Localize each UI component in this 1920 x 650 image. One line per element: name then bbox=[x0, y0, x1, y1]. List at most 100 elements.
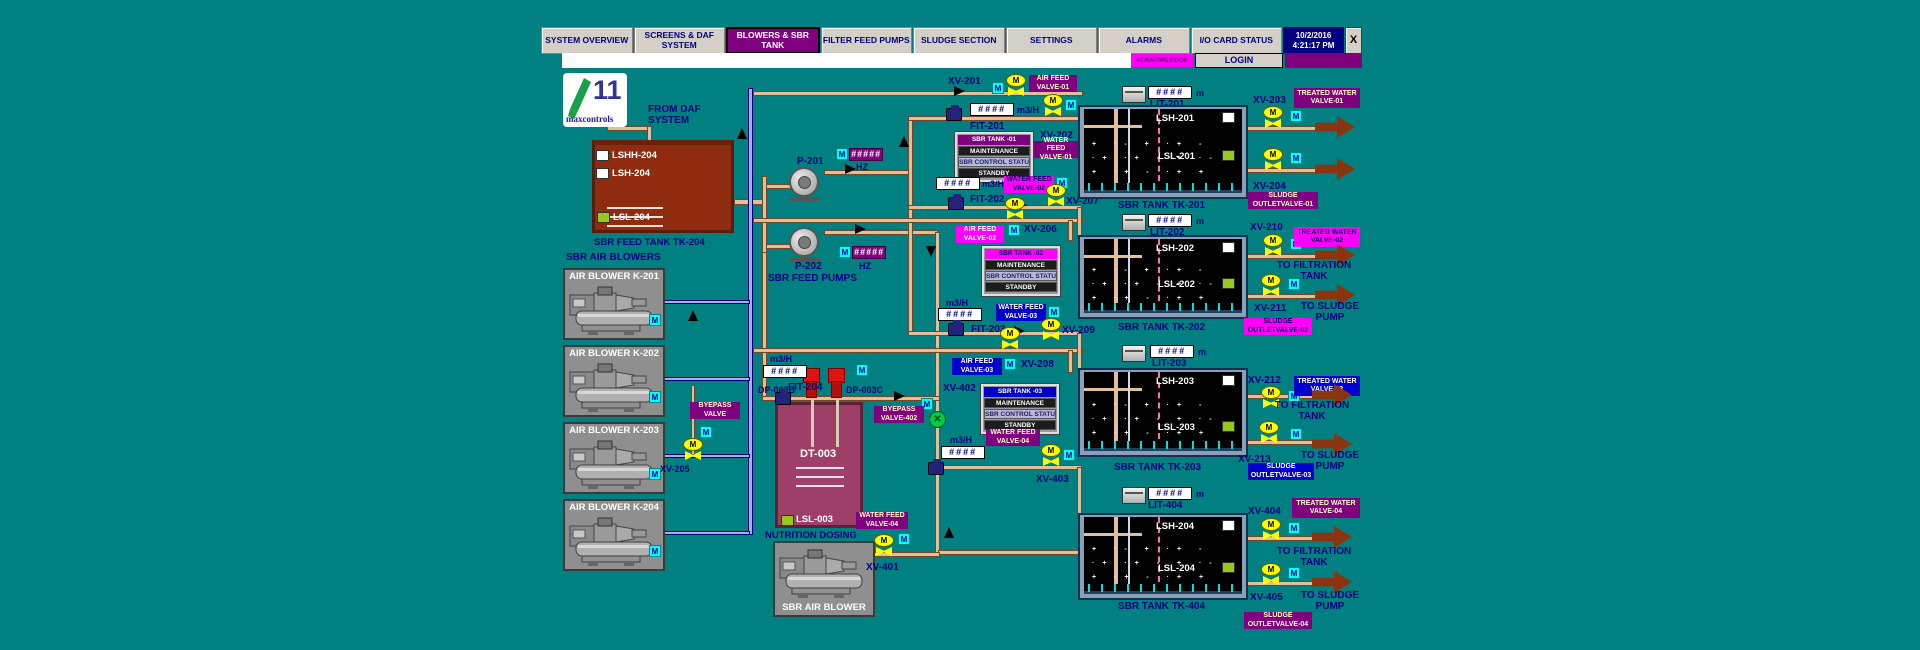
valve-xv-211[interactable]: M bbox=[1261, 274, 1281, 296]
air-blower-k204[interactable]: AIR BLOWER K-204 M bbox=[563, 499, 665, 571]
fit-204-label: FIT-204 bbox=[788, 382, 823, 393]
air-feed-valve-01-label: AIR FEED VALVE-01 bbox=[1029, 75, 1077, 92]
maintenance-button[interactable]: MAINTENANCE bbox=[985, 260, 1057, 270]
lsh-201-label: LSH-201 bbox=[1156, 113, 1195, 124]
xv-208-label: XV-208 bbox=[1021, 359, 1054, 370]
valve-body-icon bbox=[685, 451, 701, 460]
valve-motor: M bbox=[1259, 421, 1279, 434]
lsh-203-label: LSH-203 bbox=[1156, 376, 1195, 387]
internal-pipe bbox=[1084, 255, 1142, 258]
close-button[interactable]: X bbox=[1345, 27, 1362, 54]
status-panel-title: SBR TANK -03 bbox=[984, 387, 1056, 397]
tab-io-card-status[interactable]: I/O CARD STATUS bbox=[1190, 27, 1282, 54]
valve-xv-201[interactable]: M bbox=[1006, 74, 1026, 96]
valve-xv-404[interactable]: M bbox=[1261, 518, 1281, 540]
outflow-arrow bbox=[1315, 158, 1355, 180]
sbr-control-status-button[interactable]: SBR CONTROL STATUS bbox=[984, 409, 1056, 419]
valve-xv-210[interactable]: M bbox=[1263, 234, 1283, 256]
valve-xv-208[interactable]: M bbox=[1000, 327, 1020, 349]
lsl-204-label: LSL-204 bbox=[613, 212, 650, 223]
sbr-air-blower-label: SBR AIR BLOWER bbox=[782, 602, 866, 613]
xv-205-label: XV-205 bbox=[660, 464, 690, 474]
blower-k201-label: AIR BLOWER K-201 bbox=[569, 271, 659, 282]
pump-p201[interactable] bbox=[789, 167, 825, 201]
tab-alarms[interactable]: ALARMS bbox=[1098, 27, 1190, 54]
login-button[interactable]: LOGIN bbox=[1195, 53, 1283, 68]
dosing-dip-tube bbox=[836, 399, 839, 447]
sbr-control-status-button[interactable]: SBR CONTROL STATUS bbox=[985, 271, 1057, 281]
pump-p202[interactable] bbox=[789, 227, 825, 261]
maintenance-button[interactable]: MAINTENANCE bbox=[984, 398, 1056, 408]
fit-204-display: #### bbox=[763, 365, 807, 378]
maxcontrols-logo: 11 maxcontrols bbox=[563, 73, 627, 127]
lsl-201-indicator bbox=[1222, 150, 1235, 161]
valve-xv-207[interactable]: M bbox=[1046, 184, 1066, 206]
xv-204-label: XV-204 bbox=[1253, 181, 1286, 192]
tab-filter-feed-pumps[interactable]: FILTER FEED PUMPS bbox=[820, 27, 912, 54]
lit-203-display: #### bbox=[1150, 345, 1194, 358]
motor-status-box: M bbox=[856, 364, 868, 376]
air-blower-k203[interactable]: AIR BLOWER K-203 M bbox=[563, 422, 665, 494]
dosing-pump-dp003c[interactable] bbox=[828, 368, 845, 398]
flow-arrow bbox=[855, 224, 866, 234]
outflow-arrow bbox=[1315, 116, 1355, 138]
motor-status-box: M bbox=[839, 246, 851, 258]
valve-xv-205[interactable]: M bbox=[683, 438, 703, 460]
sbr-control-status-button[interactable]: SBR CONTROL STATUS bbox=[958, 157, 1030, 167]
air-blower-k201[interactable]: AIR BLOWER K-201 M bbox=[563, 268, 665, 340]
motor-status-box: M bbox=[1288, 567, 1300, 579]
acknowledge-button[interactable]: ACKNOWLEDGE bbox=[1131, 54, 1193, 67]
blower-graphic bbox=[569, 440, 653, 489]
m3h-unit-label: m3/H bbox=[770, 354, 793, 364]
valve-xv-204[interactable]: M bbox=[1263, 148, 1283, 170]
valve-xv-403[interactable]: M bbox=[1041, 444, 1061, 466]
feed-pumps-title: SBR FEED PUMPS bbox=[768, 273, 857, 284]
valve-motor: M bbox=[1263, 106, 1283, 119]
air-blower-k202[interactable]: AIR BLOWER K-202 M bbox=[563, 345, 665, 417]
lsh-202-label: LSH-202 bbox=[1156, 243, 1195, 254]
tab-system-overview[interactable]: SYSTEM OVERVIEW bbox=[541, 27, 633, 54]
xv-211-label: XV-211 bbox=[1254, 303, 1287, 314]
dp-003c-label: DP-003C bbox=[846, 385, 884, 395]
sludge-outletvalve-04-label: SLUDGE OUTLETVALVE-04 bbox=[1244, 612, 1312, 629]
flow-arrow bbox=[926, 246, 936, 257]
valve-motor: M bbox=[1000, 327, 1020, 340]
valve-xv-401[interactable]: M bbox=[874, 534, 894, 556]
fit-201-label: FIT-201 bbox=[970, 121, 1005, 132]
motor-status-box: M bbox=[1290, 152, 1302, 164]
tank-tk-202-label: SBR TANK TK-202 bbox=[1118, 322, 1206, 333]
valve-xv-203[interactable]: M bbox=[1263, 106, 1283, 128]
feed-tank-label: SBR FEED TANK TK-204 bbox=[594, 237, 705, 248]
tab-settings[interactable]: SETTINGS bbox=[1005, 27, 1097, 54]
valve-xv-213[interactable]: M bbox=[1259, 421, 1279, 443]
pump-icon bbox=[798, 176, 811, 189]
m-unit-label: m bbox=[1196, 88, 1205, 98]
sbr-air-blower-unit[interactable]: SBR AIR BLOWER bbox=[773, 541, 875, 617]
valve-motor: M bbox=[1261, 563, 1281, 576]
p202-speed-display: ##### bbox=[852, 246, 886, 259]
valve-xv-202[interactable]: M bbox=[1043, 94, 1063, 116]
tab-blowers-sbr-tank[interactable]: BLOWERS & SBR TANK bbox=[726, 27, 820, 54]
flow-display: #### bbox=[941, 446, 985, 459]
m3h-unit-label: m3/H bbox=[1017, 105, 1040, 115]
bypass-valve-402-icon[interactable] bbox=[929, 411, 946, 428]
valve-xv-209[interactable]: M bbox=[1041, 318, 1061, 340]
pump-icon bbox=[798, 236, 811, 249]
motor-status-box: M bbox=[649, 391, 661, 403]
pump-icon bbox=[790, 197, 820, 201]
valve-xv-405[interactable]: M bbox=[1261, 563, 1281, 585]
tab-sludge-section[interactable]: SLUDGE SECTION bbox=[913, 27, 1005, 54]
motor-status-box: M bbox=[836, 148, 848, 160]
sludge-outletvalve-03-label: SLUDGE OUTLETVALVE-03 bbox=[1248, 463, 1314, 480]
sbr-tank-01-status-panel: SBR TANK -01 MAINTENANCE SBR CONTROL STA… bbox=[954, 131, 1034, 183]
valve-body-icon bbox=[1002, 340, 1018, 349]
valve-motor: M bbox=[1261, 386, 1281, 399]
maintenance-button[interactable]: MAINTENANCE bbox=[958, 146, 1030, 156]
fit-204-meter-icon bbox=[775, 389, 791, 405]
sbr-tank-03-status-panel: SBR TANK -03 MAINTENANCE SBR CONTROL STA… bbox=[980, 383, 1060, 435]
blower-pipe bbox=[660, 300, 750, 304]
tab-screens-daf-system[interactable]: SCREENS & DAF SYSTEM bbox=[633, 27, 725, 54]
sludge-outletvalve-01-label: SLUDGE OUTLETVALVE-01 bbox=[1248, 192, 1318, 209]
standby-status: STANDBY bbox=[985, 282, 1057, 292]
valve-xv-206[interactable]: M bbox=[1005, 197, 1025, 219]
